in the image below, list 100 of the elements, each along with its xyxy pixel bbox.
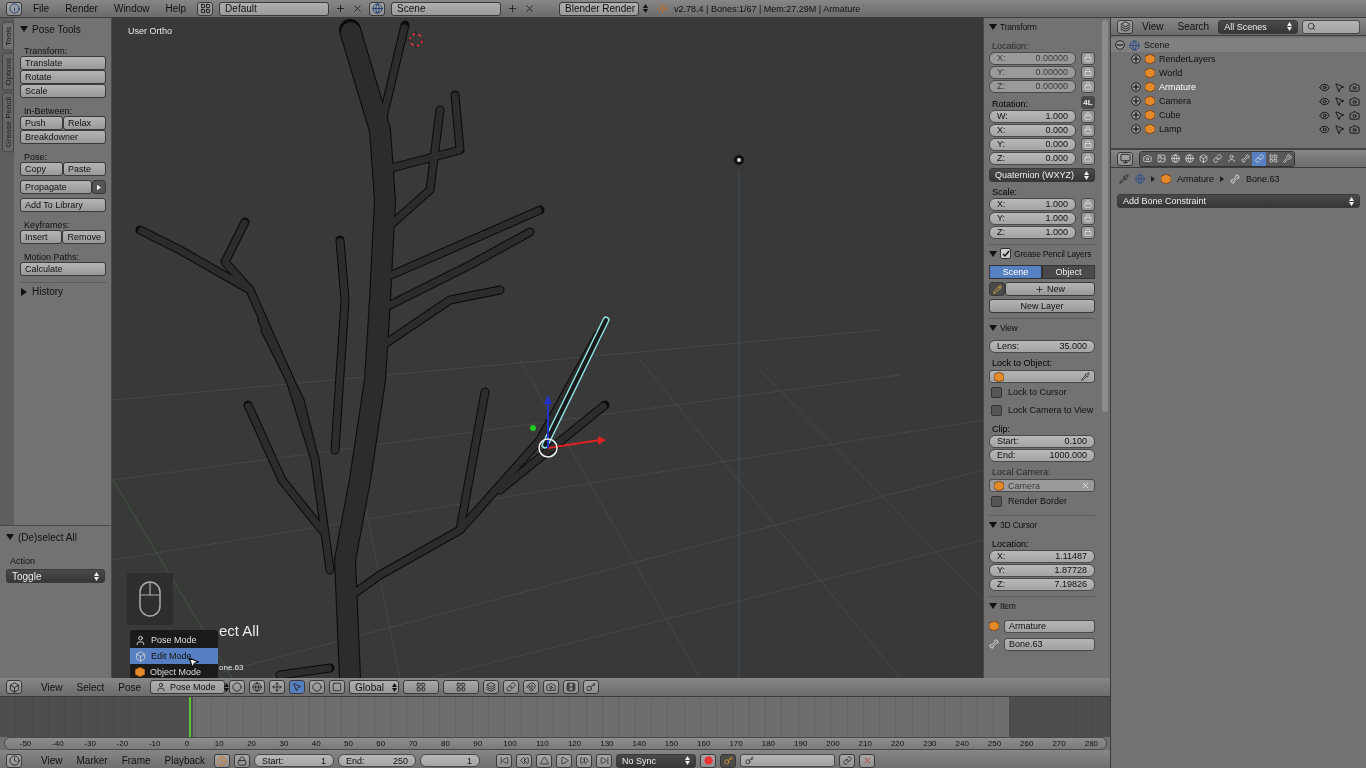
previous-key-button[interactable] (516, 753, 533, 768)
tree-row[interactable]: World (1111, 66, 1366, 80)
menu-item[interactable]: Edit Mode (130, 648, 218, 664)
number-field[interactable]: Z: 0.000 (989, 151, 1076, 165)
scene-type-button[interactable] (369, 1, 386, 16)
start-frame-field[interactable]: Start: 1 (254, 754, 335, 767)
tree-item[interactable]: Cube (1159, 110, 1181, 120)
mode-dropdown[interactable]: Pose Mode (150, 680, 226, 694)
play-reverse-button[interactable] (536, 753, 553, 768)
menu-item[interactable]: Marker (71, 755, 113, 766)
expanded-triangle-icon[interactable] (6, 533, 14, 541)
layout-field[interactable]: Default (219, 1, 330, 16)
scrollbar[interactable] (1102, 20, 1108, 412)
properties-tab[interactable] (1168, 151, 1182, 166)
checkbox[interactable] (991, 404, 1002, 416)
lock-button[interactable] (1081, 137, 1095, 151)
object-name-field[interactable]: Armature (1004, 619, 1095, 633)
lock-button[interactable] (1081, 65, 1095, 79)
number-field[interactable]: Y: 0.000 (989, 137, 1076, 151)
next-key-button[interactable] (576, 753, 593, 768)
cursor-icon[interactable] (1334, 123, 1345, 135)
tool-button[interactable]: Translate (20, 56, 106, 70)
menu-item[interactable]: Pose Mode (130, 632, 218, 648)
tool-button[interactable]: Copy (20, 162, 63, 176)
tool-button[interactable]: Paste (63, 162, 106, 176)
expand-icon[interactable] (1131, 82, 1141, 92)
source-tab[interactable]: Scene (989, 265, 1042, 279)
close-icon[interactable] (524, 3, 536, 14)
display-button[interactable] (483, 680, 500, 694)
tree-row[interactable]: Cube (1111, 108, 1366, 122)
number-field[interactable]: Z: 7.19826 (989, 577, 1095, 591)
play-button[interactable] (556, 753, 573, 768)
expanded-triangle-icon[interactable] (989, 23, 997, 31)
expanded-triangle-icon[interactable] (989, 323, 997, 332)
insert-key-button[interactable] (839, 753, 856, 768)
checkbox[interactable] (991, 495, 1002, 507)
render-button[interactable] (543, 680, 560, 694)
tree-item[interactable]: World (1159, 68, 1183, 78)
close-icon[interactable] (352, 3, 364, 14)
camera-icon[interactable] (1349, 109, 1360, 121)
menu-item[interactable]: View (36, 681, 68, 693)
pencil-button[interactable] (989, 282, 1005, 296)
eye-icon[interactable] (1319, 81, 1330, 93)
number-field[interactable]: X: 1.11487 (989, 549, 1095, 563)
lock-button[interactable] (1081, 151, 1095, 165)
record-button[interactable] (700, 753, 717, 768)
tree-item[interactable]: RenderLayers (1159, 54, 1216, 64)
tool-button[interactable]: Scale (20, 84, 106, 98)
properties-tab[interactable] (1154, 151, 1168, 166)
properties-tab[interactable] (1238, 151, 1252, 166)
tree-row[interactable]: Armature (1111, 80, 1366, 94)
keying-button[interactable] (720, 753, 737, 768)
layers-button[interactable] (403, 680, 440, 694)
expanded-triangle-icon[interactable] (989, 520, 997, 529)
camera-icon[interactable] (1349, 81, 1360, 93)
menu-arrow-button[interactable] (92, 180, 106, 194)
eye-icon[interactable] (1319, 123, 1330, 135)
expanded-triangle-icon[interactable] (989, 601, 997, 610)
menu-item[interactable]: File (28, 3, 55, 14)
collapse-icon[interactable] (1115, 40, 1125, 50)
expand-icon[interactable] (1131, 124, 1141, 134)
cursor-icon[interactable] (1334, 95, 1345, 107)
menu-item[interactable]: Help (160, 3, 192, 14)
add-constraint-dropdown[interactable]: Add Bone Constraint (1117, 194, 1360, 208)
keying-set-field[interactable] (740, 754, 836, 767)
cursor-icon[interactable] (1334, 109, 1345, 121)
frame-ruler[interactable]: -50 -40 -30 -20 -10 0 10 20 30 40 50 60 70 80 90 100 110 120 130 140 150 160 170 180 190 200 210 220 230 240 250 260 270 280 (4, 737, 1107, 750)
new-button[interactable]: New (1005, 282, 1095, 296)
collapsed-triangle-icon[interactable] (20, 287, 28, 296)
number-field[interactable]: X: 0.000 (989, 123, 1076, 137)
eye-icon[interactable] (1319, 95, 1330, 107)
scene-field[interactable]: Scene (391, 1, 502, 16)
eye-icon[interactable] (1319, 109, 1330, 121)
manipulator-button[interactable] (269, 680, 286, 694)
properties-tab[interactable] (1280, 151, 1294, 166)
jump-start-button[interactable] (496, 753, 513, 768)
expanded-triangle-icon[interactable] (989, 249, 997, 258)
properties-tab[interactable] (1140, 151, 1154, 166)
number-field[interactable]: Start: 0.100 (989, 434, 1095, 448)
number-field[interactable]: Lens: 35.000 (989, 339, 1095, 353)
number-field[interactable]: X: 1.000 (989, 197, 1076, 211)
tree-item[interactable]: Camera (1159, 96, 1191, 106)
menu-item[interactable]: Pose (113, 681, 147, 693)
scale-button[interactable] (329, 680, 346, 694)
number-field[interactable]: End: 1000.000 (989, 448, 1095, 462)
range-button[interactable] (214, 753, 231, 768)
lock-button[interactable] (1081, 197, 1095, 211)
tool-button[interactable]: Rotate (20, 70, 106, 84)
shading-button[interactable] (249, 680, 266, 694)
new-layer-button[interactable]: New Layer (989, 299, 1095, 313)
delete-key-button[interactable] (859, 753, 876, 768)
add-icon[interactable] (335, 3, 347, 14)
lock-button[interactable] (234, 753, 251, 768)
lock-button[interactable] (1081, 79, 1095, 93)
tool-button[interactable]: Remove (62, 230, 106, 244)
cursor-icon[interactable] (1334, 81, 1345, 93)
timeline-tracks[interactable] (0, 697, 1110, 737)
lock-mode-button[interactable]: 4L (1081, 95, 1095, 109)
orientation-dropdown[interactable]: Global (349, 680, 400, 694)
properties-tab[interactable] (1252, 151, 1266, 166)
